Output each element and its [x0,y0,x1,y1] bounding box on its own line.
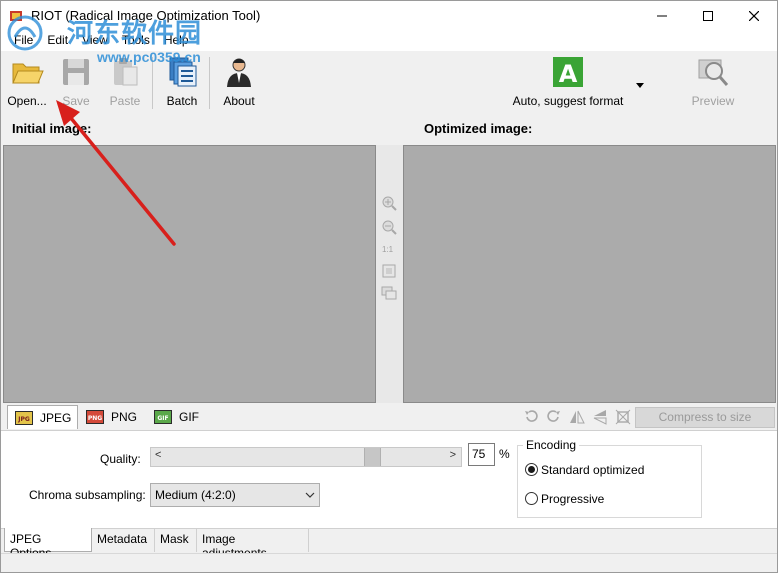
chroma-subsampling-value: Medium (4:2:0) [155,488,236,502]
close-button[interactable] [731,1,777,31]
zoom-toolbar: 1:1 [376,145,403,403]
optimized-image-label: Optimized image: [424,121,533,136]
slider-left-arrow-icon[interactable]: < [155,449,161,461]
chevron-down-icon [305,492,315,498]
percent-sign: % [499,447,510,461]
options-tabs: JPEG Options Metadata Mask Image adjustm… [1,528,777,560]
maximize-button[interactable] [685,1,731,31]
batch-label: Batch [166,94,198,108]
rotate-right-icon[interactable] [546,409,562,425]
auto-format-letter: A [559,60,578,88]
flip-horizontal-icon[interactable] [569,409,585,425]
tab-jpeg-label: JPEG [40,410,72,425]
preview-magnifier-icon [698,59,729,86]
preview-label: Preview [691,94,735,108]
tab-mask[interactable]: Mask [155,528,197,552]
status-bar [1,553,777,572]
flip-vertical-icon[interactable] [592,409,608,425]
preview-button[interactable]: Preview [689,55,737,111]
paste-label: Paste [109,94,141,108]
tab-jpeg-options[interactable]: JPEG Options [4,528,92,560]
toolbar-separator [209,57,210,109]
chroma-subsampling-label: Chroma subsampling: [29,488,146,502]
open-button[interactable]: Open... [5,55,49,111]
encoding-title: Encoding [523,438,580,452]
jpeg-format-icon: JPG [15,410,33,425]
standard-optimized-radio[interactable] [525,463,538,476]
tab-png[interactable]: PNG PNG [79,405,143,429]
person-icon [227,58,251,87]
minimize-icon [657,15,667,17]
close-icon [749,11,759,21]
quality-slider-thumb[interactable] [363,448,381,466]
png-icon-text: PNG [88,415,102,422]
floppy-disk-icon [63,59,89,85]
initial-image-label: Initial image: [12,121,92,136]
chroma-subsampling-select[interactable]: Medium (4:2:0) [150,483,320,507]
progressive-label[interactable]: Progressive [541,492,604,506]
save-button[interactable]: Save [57,55,95,111]
tab-png-label: PNG [111,410,138,424]
format-button[interactable]: A Auto, suggest format [505,55,631,111]
about-label: About [223,94,255,108]
quality-input[interactable]: 75 [468,443,495,466]
quality-label: Quality: [100,452,141,466]
rotate-left-icon[interactable] [523,409,539,425]
fit-to-window-icon[interactable] [381,263,397,279]
app-window: RIOT (Radical Image Optimization Tool) F… [0,0,778,573]
open-label: Open... [7,94,47,108]
standard-optimized-label[interactable]: Standard optimized [541,463,644,477]
optimized-image-panel[interactable] [403,145,776,403]
crop-icon[interactable] [615,409,631,425]
save-label: Save [62,94,90,108]
compare-view-icon[interactable] [381,285,397,301]
tab-metadata[interactable]: Metadata [92,528,155,552]
folder-open-icon [12,63,44,84]
quality-slider[interactable]: < > [150,447,462,467]
compress-to-size-button[interactable]: Compress to size [635,407,775,428]
tab-jpeg[interactable]: JPG JPEG [7,405,79,429]
watermark-url: www.pc0359.cn [97,49,201,65]
format-label: Auto, suggest format [512,94,624,108]
auto-format-icon: A [553,57,583,88]
maximize-icon [703,11,713,21]
jpeg-icon-text: JPG [17,416,30,423]
gif-format-icon: GIF [154,410,172,424]
slider-right-arrow-icon[interactable]: > [450,449,456,461]
initial-image-panel[interactable] [3,145,376,403]
png-format-icon: PNG [86,410,104,424]
zoom-out-icon[interactable] [381,219,397,235]
tab-gif[interactable]: GIF GIF [147,405,205,429]
gif-icon-text: GIF [157,415,168,422]
jpeg-options-panel: Quality: < > 75 % Chroma subsampling: Me… [1,430,777,528]
zoom-actual-size[interactable]: 1:1 [382,245,393,254]
watermark-logo-icon [7,15,43,51]
tab-image-adjustments[interactable]: Image adjustments [197,528,309,560]
encoding-group [517,445,702,518]
format-tabs-row: JPG JPEG PNG PNG GIF GIF Compress to siz… [1,404,777,430]
progressive-radio[interactable] [525,492,538,505]
about-button[interactable]: About [217,55,261,111]
minimize-button[interactable] [639,1,685,31]
format-dropdown-arrow-icon[interactable] [636,83,644,89]
tab-gif-label: GIF [179,410,199,424]
zoom-in-icon[interactable] [381,195,397,211]
watermark-text: 河东软件园 [67,19,203,49]
